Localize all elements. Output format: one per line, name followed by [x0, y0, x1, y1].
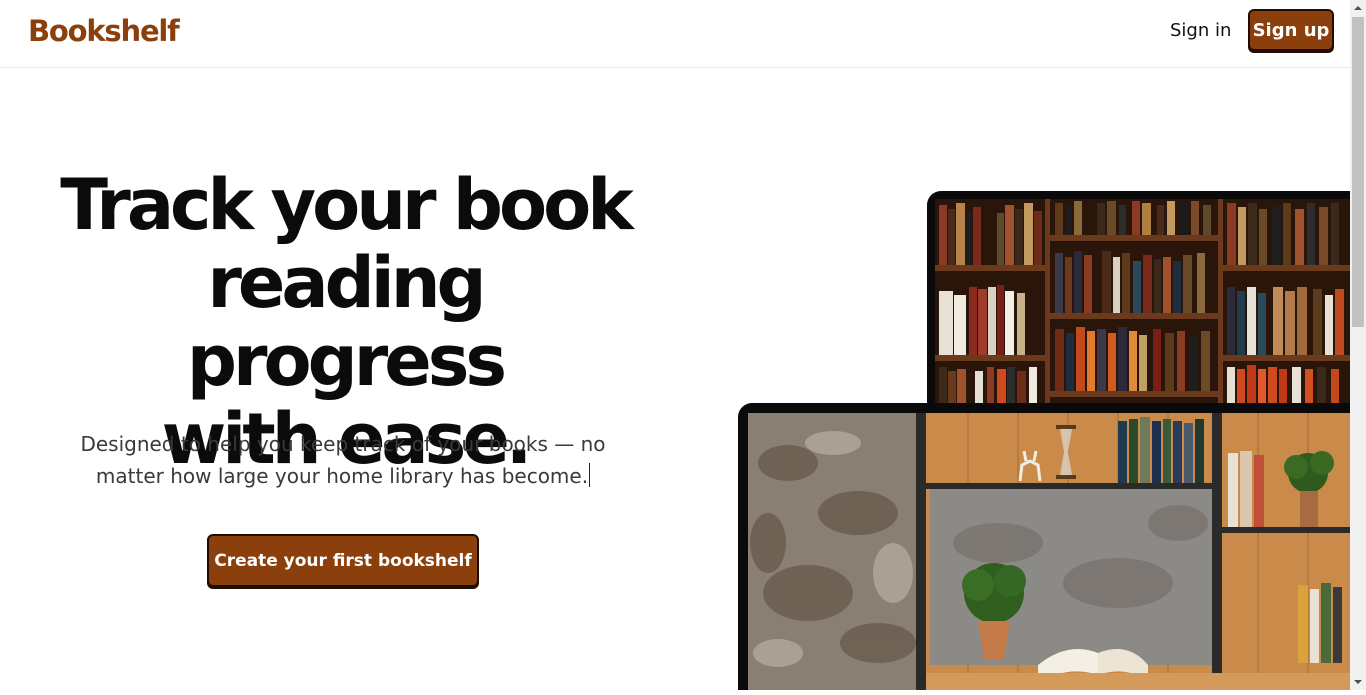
- shelf-illustration: [748, 413, 1350, 690]
- create-bookshelf-button[interactable]: Create your first bookshelf: [207, 534, 479, 587]
- subtext-line: Designed to help you keep track of your …: [80, 432, 606, 456]
- top-navbar: Bookshelf Sign in Sign up: [0, 0, 1350, 68]
- hero-subtext: Designed to help you keep track of your …: [80, 428, 606, 492]
- scroll-thumb[interactable]: [1352, 17, 1364, 327]
- text-caret: [589, 463, 591, 487]
- scroll-up-icon[interactable]: [1350, 0, 1366, 16]
- sign-up-button[interactable]: Sign up: [1248, 9, 1334, 51]
- sign-in-link[interactable]: Sign in: [1170, 20, 1231, 41]
- home-shelf-photo: [738, 403, 1350, 690]
- headline-line: reading progress: [186, 242, 507, 402]
- bookshelf-illustration: [935, 199, 1350, 410]
- logo[interactable]: Bookshelf: [28, 14, 180, 48]
- scroll-down-icon[interactable]: [1350, 674, 1366, 690]
- vertical-scrollbar[interactable]: [1350, 0, 1366, 690]
- subtext-line: matter how large your home library has b…: [95, 464, 589, 488]
- headline-line: Track your book: [60, 164, 634, 246]
- bookshelf-photo: [927, 191, 1350, 410]
